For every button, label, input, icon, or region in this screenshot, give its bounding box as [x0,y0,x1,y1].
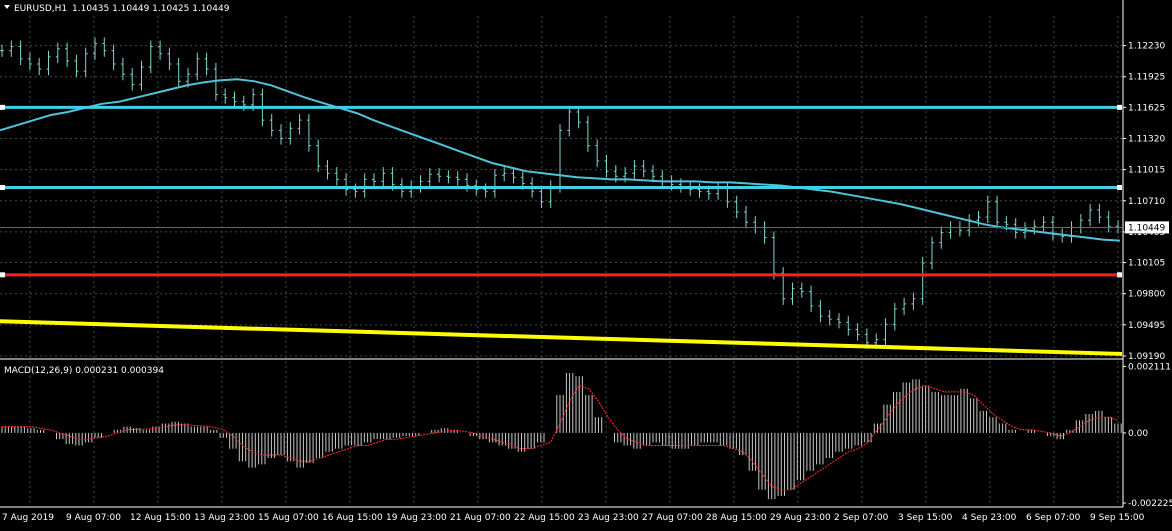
y-tick-label: 1.12230 [1128,42,1165,52]
macd-y-tick-label: 0.002111 [1128,362,1171,372]
x-tick-label: 9 Sep 15:00 [1090,513,1145,523]
x-tick-label: 4 Sep 23:00 [962,513,1017,523]
y-tick-label: 1.10710 [1128,197,1165,207]
horizontal-line-handle[interactable] [0,185,5,191]
horizontal-line-handle[interactable] [1117,185,1122,191]
x-tick-label: 27 Aug 07:00 [642,513,703,523]
x-tick-label: 19 Aug 23:00 [386,513,447,523]
symbol-label: EURUSD,H1 [14,4,67,14]
horizontal-line-handle[interactable] [0,104,5,110]
x-tick-label: 7 Aug 2019 [2,513,54,523]
macd-y-tick-label: 0.00 [1128,429,1148,439]
x-tick-label: 16 Aug 15:00 [322,513,383,523]
y-tick-label: 1.11625 [1128,103,1165,113]
y-tick-label: 1.09190 [1128,352,1165,362]
horizontal-line-handle[interactable] [0,272,5,278]
x-tick-label: 13 Aug 23:00 [194,513,255,523]
y-tick-label: 1.10105 [1128,259,1165,269]
x-tick-label: 22 Aug 15:00 [514,513,575,523]
y-tick-label: 1.11015 [1128,166,1165,176]
ohlc-readout: 1.10435 1.10449 1.10425 1.10449 [72,4,230,14]
x-tick-label: 9 Aug 07:00 [66,513,121,523]
x-tick-label: 6 Sep 07:00 [1026,513,1081,523]
horizontal-line-handle[interactable] [1117,272,1122,278]
macd-y-tick-label: -0.002225 [1128,499,1172,509]
x-tick-label: 29 Aug 23:00 [770,513,831,523]
y-tick-label: 1.11925 [1128,73,1165,83]
chart-background [0,0,1172,527]
chart-canvas[interactable]: 7 Aug 2019 9 Aug 07:00 12 Aug 15:00 13 Aug … [0,0,1172,527]
current-price-label: 1.10449 [1128,223,1165,233]
x-tick-label: 12 Aug 15:00 [130,513,191,523]
y-tick-label: 1.09495 [1128,321,1165,331]
x-tick-label: 3 Sep 15:00 [898,513,953,523]
y-tick-label: 1.11320 [1128,135,1165,145]
x-tick-label: 23 Aug 23:00 [578,513,639,523]
x-tick-label: 2 Sep 07:00 [834,513,889,523]
macd-label: MACD(12,26,9) 0.000231 0.000394 [4,366,164,376]
horizontal-line-handle[interactable] [1117,104,1122,110]
y-tick-label: 1.09800 [1128,290,1165,300]
x-tick-label: 21 Aug 07:00 [450,513,511,523]
trading-chart[interactable]: 7 Aug 2019 9 Aug 07:00 12 Aug 15:00 13 Aug … [0,0,1172,527]
x-tick-label: 28 Aug 15:00 [706,513,767,523]
x-tick-label: 15 Aug 07:00 [258,513,319,523]
